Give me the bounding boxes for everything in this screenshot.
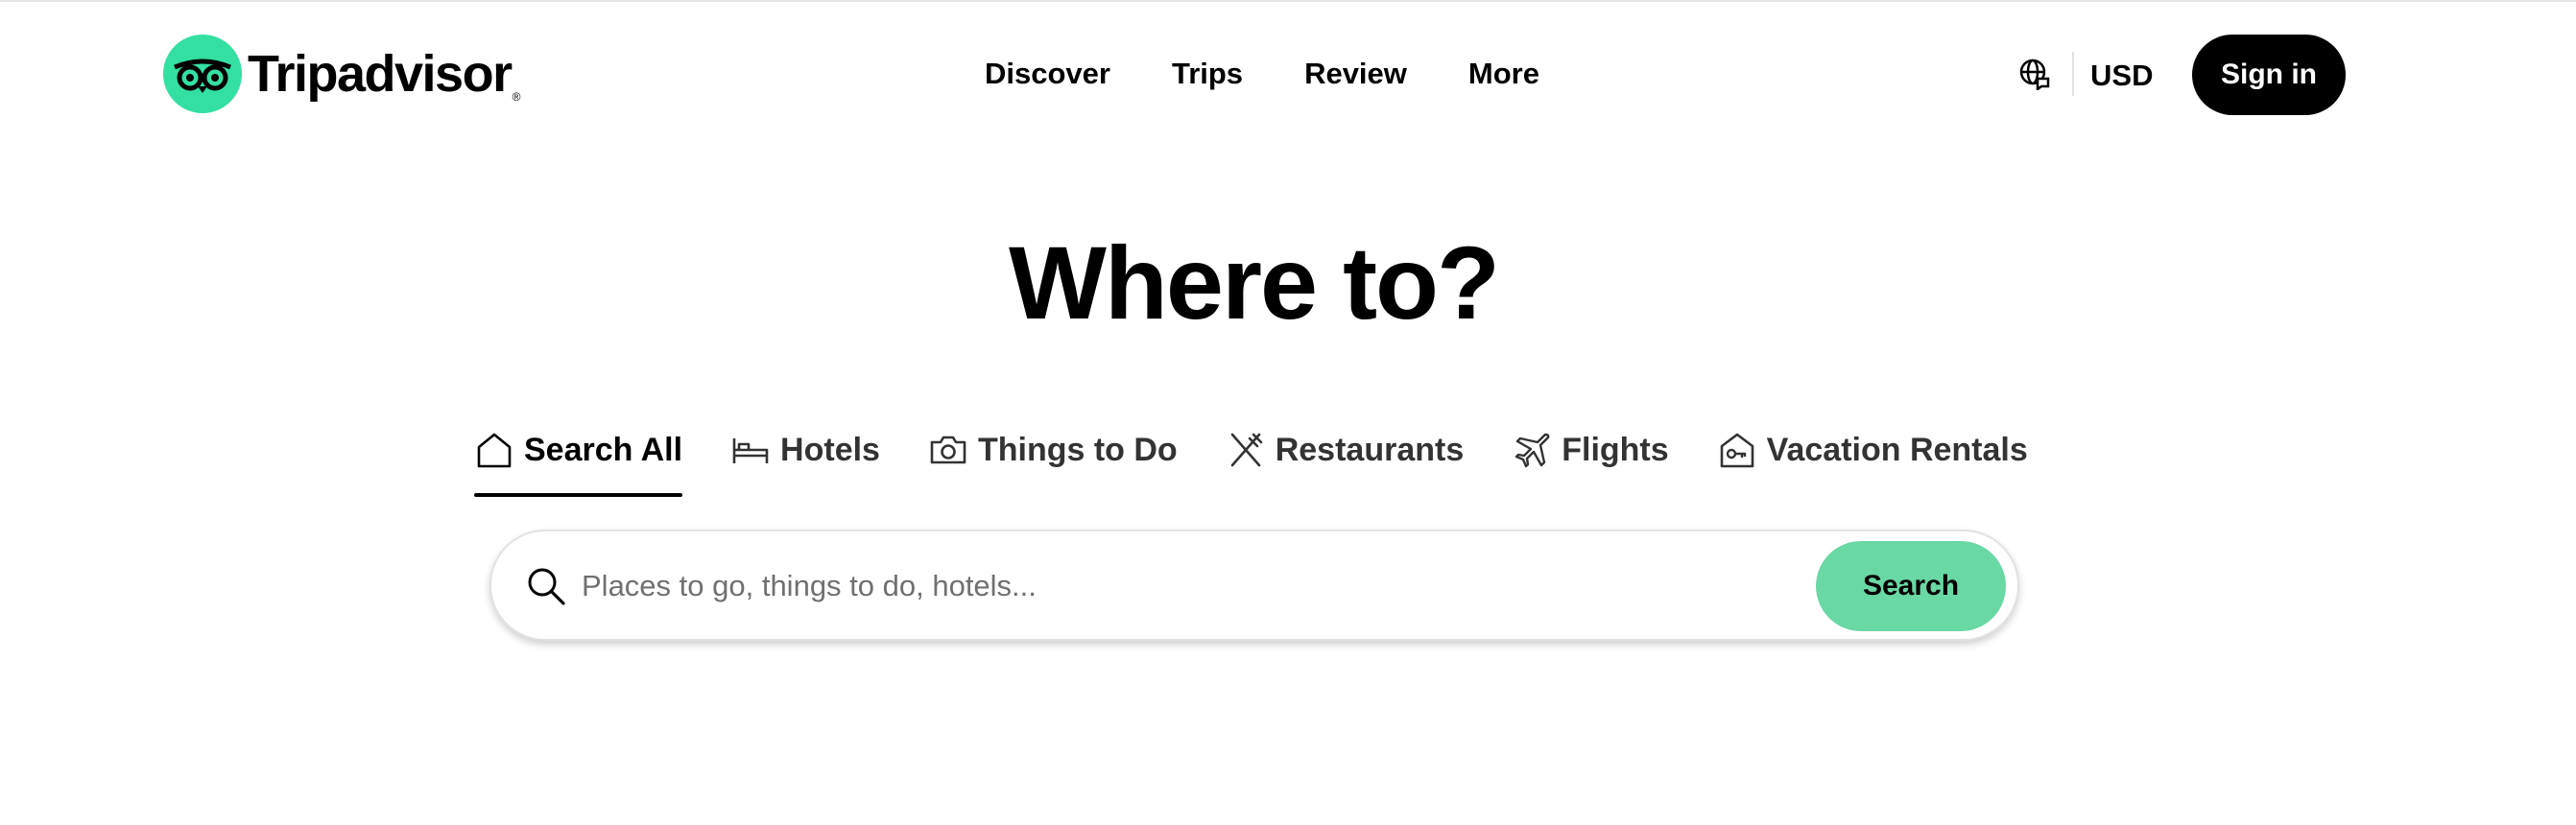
top-border xyxy=(0,0,2576,2)
rental-house-key-icon xyxy=(1717,430,1757,470)
utensils-icon xyxy=(1226,430,1266,470)
search-icon xyxy=(524,564,568,608)
airplane-icon xyxy=(1512,430,1552,470)
nav-trips[interactable]: Trips xyxy=(1172,52,1243,96)
tab-label: Flights xyxy=(1562,431,1669,468)
tab-search-all[interactable]: Search All xyxy=(474,424,683,497)
tab-vacation-rentals[interactable]: Vacation Rentals xyxy=(1717,424,2028,476)
search-bar: Search xyxy=(489,530,2019,641)
bed-icon xyxy=(730,430,771,470)
search-button[interactable]: Search xyxy=(1816,541,2006,631)
nav-discover[interactable]: Discover xyxy=(985,52,1110,96)
main-nav: Discover Trips Review More xyxy=(985,52,1539,96)
house-icon xyxy=(474,430,514,470)
tripadvisor-logo[interactable]: Tripadvisor® xyxy=(163,35,521,113)
nav-review[interactable]: Review xyxy=(1304,52,1407,96)
page-title: Where to? xyxy=(1009,224,1500,341)
tab-restaurants[interactable]: Restaurants xyxy=(1226,424,1465,476)
tab-label: Restaurants xyxy=(1275,431,1465,468)
tab-label: Vacation Rentals xyxy=(1766,431,2028,468)
tab-flights[interactable]: Flights xyxy=(1512,424,1669,476)
tab-hotels[interactable]: Hotels xyxy=(730,424,880,476)
search-category-tabs: Search All Hotels Things to Do Restauran… xyxy=(474,424,2028,497)
header-divider xyxy=(2072,52,2074,96)
nav-more[interactable]: More xyxy=(1468,52,1539,96)
tab-things-to-do[interactable]: Things to Do xyxy=(928,424,1178,476)
currency-selector[interactable]: USD xyxy=(2090,54,2153,98)
camera-icon xyxy=(928,430,968,470)
search-input[interactable] xyxy=(582,558,1714,614)
tab-label: Things to Do xyxy=(977,431,1178,468)
brand-name: Tripadvisor® xyxy=(248,45,521,104)
owl-logo-icon xyxy=(163,35,242,113)
sign-in-button[interactable]: Sign in xyxy=(2192,35,2346,115)
tab-label: Hotels xyxy=(780,431,880,468)
globe-icon[interactable] xyxy=(2018,58,2051,92)
tab-label: Search All xyxy=(524,431,683,468)
